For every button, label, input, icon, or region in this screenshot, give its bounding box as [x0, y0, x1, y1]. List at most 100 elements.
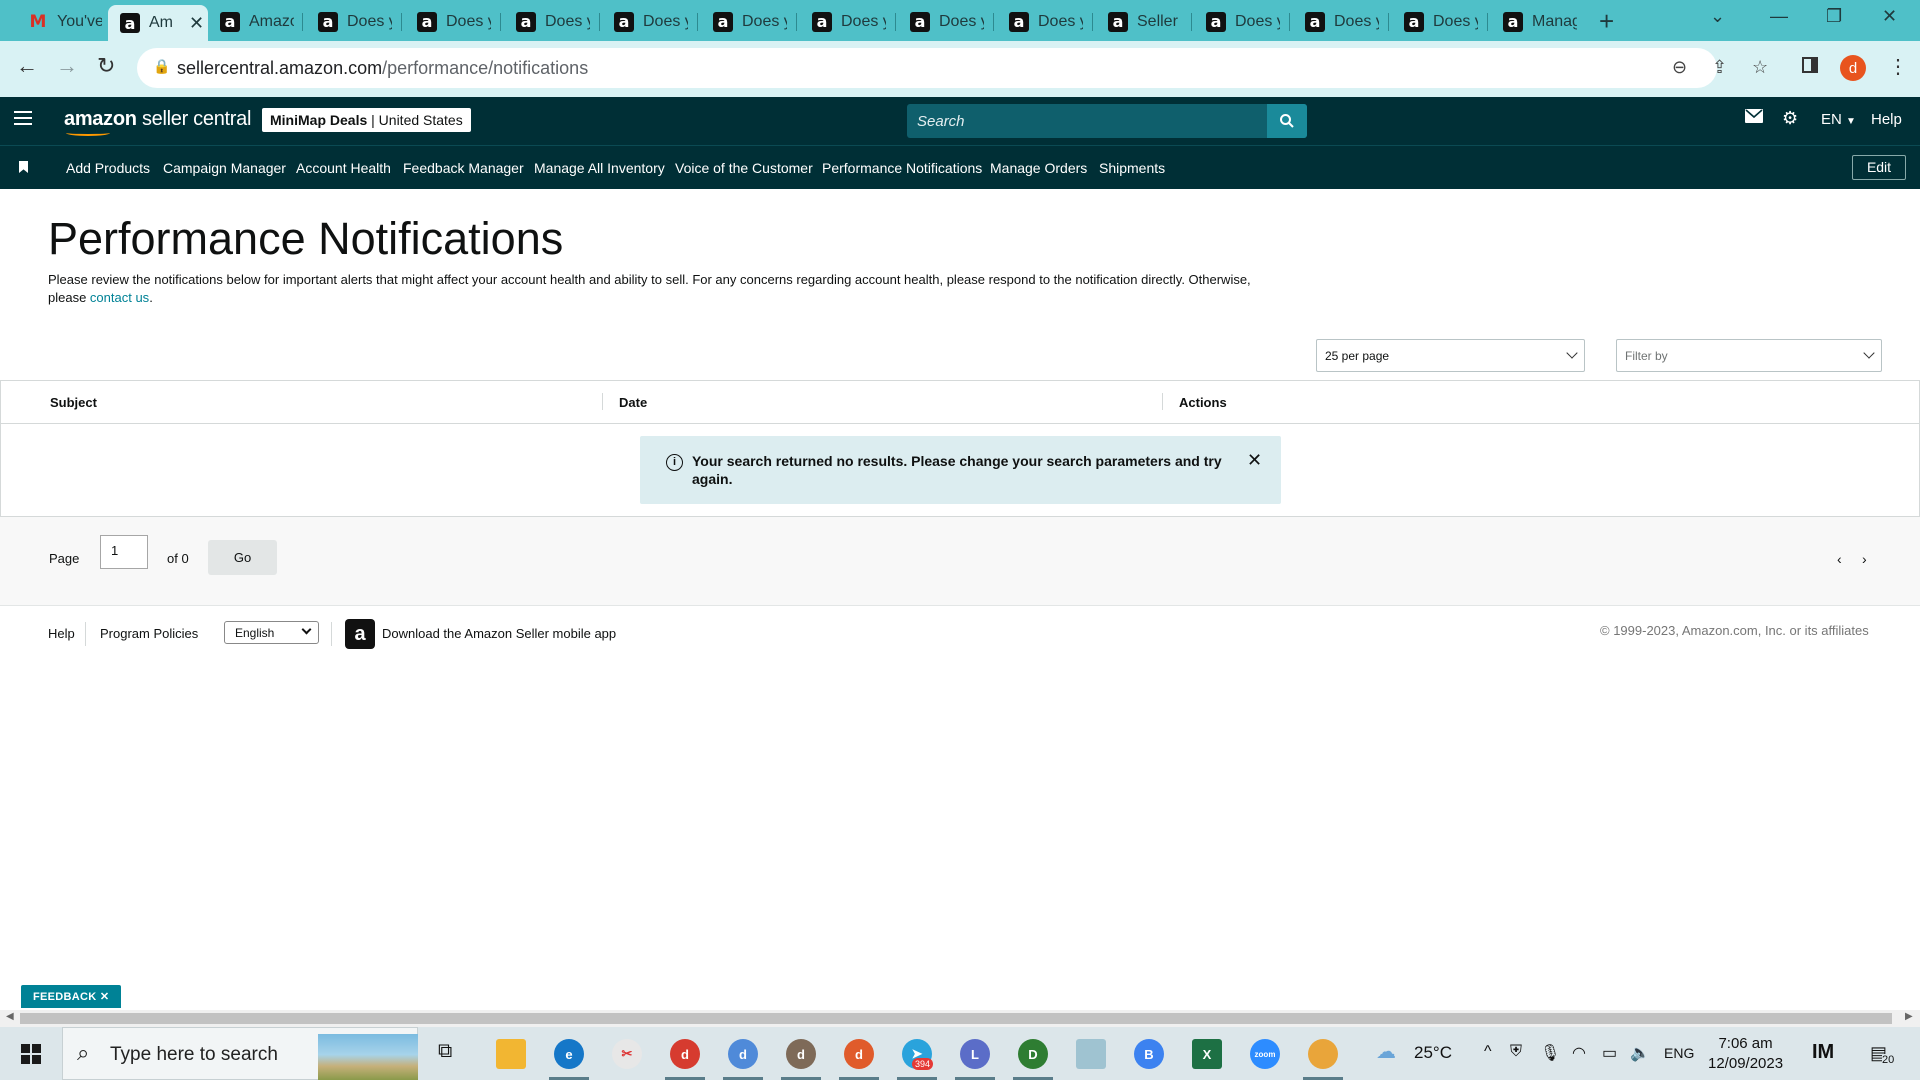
app-logo-icon[interactable]: IM	[1812, 1041, 1834, 1064]
amazon-seller-central-logo[interactable]: amazon seller central	[64, 108, 251, 136]
scrollbar-thumb[interactable]	[20, 1013, 1892, 1024]
share-icon[interactable]: ⇪	[1712, 57, 1727, 78]
amazon-seller-app-icon[interactable]: a	[345, 619, 375, 649]
footer-language-select[interactable]: English	[224, 621, 319, 644]
contact-us-link[interactable]: contact us	[90, 290, 149, 305]
per-page-select[interactable]: 25 per page	[1316, 339, 1585, 372]
scroll-right-arrow-icon[interactable]: ▶	[1905, 1011, 1913, 1022]
back-arrow-icon[interactable]: ←	[16, 53, 38, 79]
taskbar-clock[interactable]: 7:06 am 12/09/2023	[1708, 1034, 1783, 1074]
battery-icon[interactable]: ▭	[1602, 1043, 1617, 1063]
snipping-tool-icon[interactable]: ✂	[612, 1039, 642, 1069]
browser-tab[interactable]: a Does y	[1293, 5, 1379, 38]
chrome-profile-icon[interactable]: d	[844, 1039, 874, 1069]
browser-tab[interactable]: M You've	[16, 5, 102, 38]
close-icon[interactable]: ✕	[189, 13, 204, 34]
tab-search-chevron-icon[interactable]: ⌄	[1710, 6, 1725, 27]
taskbar-search-box[interactable]: ⌕ Type here to search	[62, 1027, 418, 1080]
chrome-profile-icon[interactable]: L	[960, 1039, 990, 1069]
microphone-icon[interactable]: 🎙	[1540, 1043, 1560, 1063]
page-number-input[interactable]: 1	[100, 535, 148, 569]
browser-tab[interactable]: a Does y	[898, 5, 984, 38]
nav-voice-of-the-customer[interactable]: Voice of the Customer	[675, 160, 813, 176]
store-selector[interactable]: MiniMap Deals | United States	[262, 108, 471, 132]
nav-manage-all-inventory[interactable]: Manage All Inventory	[534, 160, 665, 176]
nav-add-products[interactable]: Add Products	[66, 160, 150, 176]
new-tab-plus-icon[interactable]: +	[1599, 6, 1614, 37]
edge-icon[interactable]: e	[554, 1039, 584, 1069]
profile-avatar[interactable]: d	[1840, 55, 1866, 81]
gear-icon[interactable]: ⚙	[1782, 108, 1798, 129]
chrome-icon[interactable]	[1308, 1039, 1338, 1069]
reload-icon[interactable]: ↻	[97, 53, 115, 79]
next-page-chevron-icon[interactable]: ›	[1862, 551, 1867, 567]
browser-tab[interactable]: a Does y	[1194, 5, 1280, 38]
browser-tab[interactable]: a Seller U	[1096, 5, 1182, 38]
column-header-subject[interactable]: Subject	[50, 395, 97, 410]
mail-icon[interactable]	[1745, 109, 1763, 127]
browser-tab[interactable]: a Does y	[701, 5, 787, 38]
restore-icon[interactable]: ❐	[1826, 6, 1842, 27]
language-selector[interactable]: EN ▼	[1821, 111, 1856, 128]
weather-temperature[interactable]: 25°C	[1414, 1043, 1452, 1063]
browser-tab[interactable]: a Does y	[997, 5, 1083, 38]
chrome-profile-icon[interactable]: D	[1018, 1039, 1048, 1069]
feedback-button[interactable]: FEEDBACK ✕	[21, 985, 122, 1008]
input-language[interactable]: ENG	[1664, 1045, 1694, 1061]
tray-chevron-up-icon[interactable]: ^	[1484, 1043, 1492, 1061]
wifi-icon[interactable]: ◠	[1572, 1043, 1586, 1063]
nav-shipments[interactable]: Shipments	[1099, 160, 1165, 176]
search-button[interactable]	[1267, 104, 1307, 138]
browser-tab[interactable]: a Does y	[306, 5, 392, 38]
help-link[interactable]: Help	[1871, 111, 1902, 128]
browser-tab[interactable]: a Amazo	[208, 5, 294, 38]
zoom-icon[interactable]: ⊖	[1672, 57, 1687, 78]
download-app-link[interactable]: Download the Amazon Seller mobile app	[382, 626, 616, 641]
close-icon[interactable]: ✕	[100, 991, 110, 1003]
program-policies-link[interactable]: Program Policies	[100, 626, 198, 641]
nav-feedback-manager[interactable]: Feedback Manager	[403, 160, 524, 176]
horizontal-scrollbar[interactable]: ◀ ▶	[0, 1010, 1920, 1027]
footer-help-link[interactable]: Help	[48, 626, 75, 641]
browser-tab-active[interactable]: a Am ✕	[108, 5, 208, 41]
nav-campaign-manager[interactable]: Campaign Manager	[163, 160, 286, 176]
chrome-profile-icon[interactable]: d	[670, 1039, 700, 1069]
bookmark-icon[interactable]	[19, 161, 28, 173]
scroll-left-arrow-icon[interactable]: ◀	[6, 1011, 14, 1022]
browser-tab[interactable]: a Does y	[405, 5, 491, 38]
notes-app-icon[interactable]	[1076, 1039, 1106, 1069]
chrome-profile-icon[interactable]: B	[1134, 1039, 1164, 1069]
file-explorer-icon[interactable]	[496, 1039, 526, 1069]
browser-menu-icon[interactable]: ⋮	[1888, 54, 1908, 79]
side-panel-icon[interactable]	[1802, 57, 1818, 73]
nav-account-health[interactable]: Account Health	[296, 160, 391, 176]
browser-tab[interactable]: a Does y	[1392, 5, 1478, 38]
filter-select[interactable]: Filter by	[1616, 339, 1882, 372]
hamburger-menu-icon[interactable]	[14, 111, 32, 129]
chrome-profile-icon[interactable]: d	[786, 1039, 816, 1069]
browser-tab[interactable]: a Does y	[504, 5, 590, 38]
chrome-profile-icon[interactable]: d	[728, 1039, 758, 1069]
browser-tab[interactable]: a Does y	[800, 5, 886, 38]
forward-arrow-icon[interactable]: →	[56, 53, 78, 79]
excel-icon[interactable]: X	[1192, 1039, 1222, 1069]
nav-performance-notifications[interactable]: Performance Notifications	[822, 160, 982, 176]
window-close-icon[interactable]: ✕	[1882, 6, 1897, 27]
browser-tab[interactable]: a Manag	[1491, 5, 1577, 38]
windows-start-icon[interactable]	[21, 1044, 41, 1064]
volume-icon[interactable]: 🔈	[1630, 1043, 1650, 1063]
column-header-date[interactable]: Date	[619, 395, 647, 410]
bookmark-star-icon[interactable]: ☆	[1752, 57, 1768, 78]
dismiss-alert-close-icon[interactable]: ✕	[1247, 450, 1262, 471]
task-view-icon[interactable]: ⧉	[438, 1040, 452, 1063]
weather-cloud-icon[interactable]: ☁	[1376, 1039, 1396, 1064]
nav-manage-orders[interactable]: Manage Orders	[990, 160, 1087, 176]
previous-page-chevron-icon[interactable]: ‹	[1837, 551, 1842, 567]
security-shield-icon[interactable]: ⛨	[1510, 1043, 1522, 1061]
address-bar[interactable]: 🔒 sellercentral.amazon.com/performance/n…	[137, 48, 1768, 88]
browser-tab[interactable]: a Does y	[602, 5, 688, 38]
go-button[interactable]: Go	[208, 540, 277, 575]
minimize-icon[interactable]: —	[1770, 6, 1788, 27]
zoom-icon[interactable]: zoom	[1250, 1039, 1280, 1069]
search-input[interactable]: Search	[907, 104, 1307, 138]
